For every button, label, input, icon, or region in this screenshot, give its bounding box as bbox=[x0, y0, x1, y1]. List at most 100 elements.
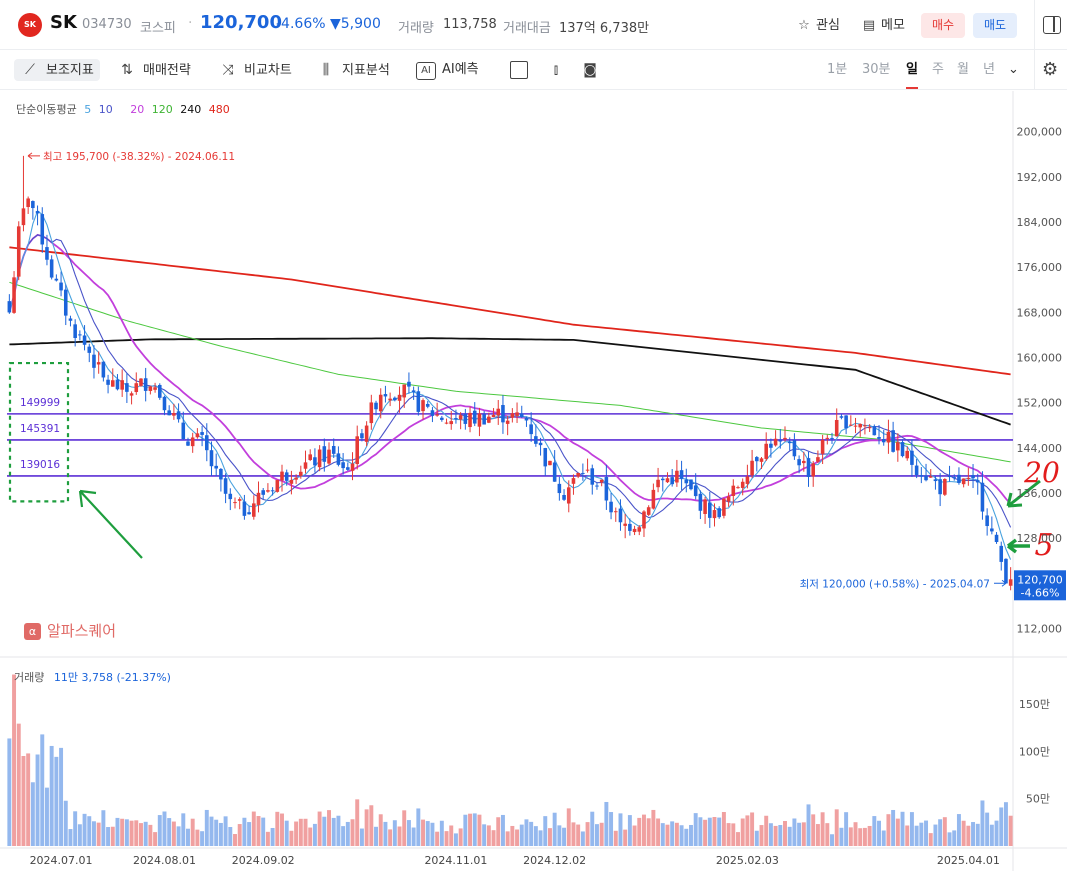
candle-body bbox=[247, 512, 251, 515]
candle-body bbox=[726, 496, 731, 502]
candle-body bbox=[590, 468, 595, 485]
volume-bar bbox=[768, 823, 773, 846]
volume-bar bbox=[200, 831, 205, 846]
indicator-icon: ⟋ bbox=[25, 62, 35, 78]
candle-body bbox=[933, 479, 938, 482]
volume-bar bbox=[139, 823, 143, 846]
chevron-down-icon[interactable]: ⌄ bbox=[1008, 59, 1019, 81]
volume-bar bbox=[411, 827, 416, 846]
ma-legend-240: 240 bbox=[180, 103, 202, 116]
y-tick-label: 168,000 bbox=[1017, 306, 1063, 319]
candle-body bbox=[722, 498, 726, 516]
candle-body bbox=[900, 442, 905, 457]
period-year[interactable]: 년 bbox=[983, 59, 995, 81]
volume-bar bbox=[120, 818, 125, 846]
volume-tick-label: 50만 bbox=[1026, 793, 1050, 806]
volume-bar bbox=[21, 756, 26, 846]
volume-bar bbox=[110, 826, 115, 846]
stock-name[interactable]: SK bbox=[50, 12, 77, 33]
volume-bar bbox=[54, 756, 59, 846]
candle-body bbox=[952, 477, 957, 479]
candle-body bbox=[355, 436, 360, 465]
handwritten-20: 20 bbox=[1023, 456, 1060, 489]
x-tick-label: 2024.08.01 bbox=[133, 854, 196, 867]
candle-body bbox=[731, 485, 736, 496]
ai-forecast-button[interactable]: AI AI예측 bbox=[416, 59, 479, 81]
period-30min[interactable]: 30분 bbox=[862, 59, 891, 81]
candle-body bbox=[844, 415, 848, 429]
candle-body bbox=[440, 417, 444, 420]
volume-bar bbox=[529, 821, 534, 846]
period-1min[interactable]: 1분 bbox=[827, 59, 847, 81]
candle-body bbox=[270, 490, 275, 492]
candle-body bbox=[543, 448, 548, 467]
separator-dot: · bbox=[188, 15, 193, 31]
candle-body bbox=[604, 477, 609, 501]
volume-bar bbox=[830, 834, 834, 846]
candle-type-button[interactable]: ⫾ bbox=[546, 59, 572, 81]
candle-body bbox=[54, 278, 59, 281]
current-price: 120,700 bbox=[200, 12, 282, 33]
stock-header: SK SK 034730 코스피 · 120,700 -4.66% ▼5,900… bbox=[0, 0, 1067, 50]
gear-icon[interactable]: ⚙ bbox=[1042, 59, 1058, 80]
candle-body bbox=[26, 198, 30, 208]
candle-body bbox=[280, 471, 284, 481]
ma-legend[interactable]: 단순이동평균 5 10 20 120 240 480 bbox=[16, 101, 234, 117]
volume-bar bbox=[806, 804, 811, 846]
volume-bar bbox=[811, 814, 816, 846]
drawing-box-icon[interactable] bbox=[510, 61, 528, 79]
volume-bar bbox=[153, 832, 158, 846]
strategy-button[interactable]: ⇅ 매매전략 bbox=[117, 59, 191, 81]
volume-bar bbox=[928, 833, 933, 846]
volume-bar bbox=[115, 817, 120, 846]
screenshot-button[interactable]: ◙ bbox=[580, 59, 606, 81]
candle-body bbox=[703, 499, 707, 514]
ma-480-line bbox=[9, 246, 1011, 376]
candle-body bbox=[402, 384, 407, 398]
volume-bar bbox=[862, 827, 867, 846]
memo-button[interactable]: ▤ 메모 bbox=[861, 14, 905, 33]
candle-body bbox=[425, 403, 430, 407]
candle-body bbox=[162, 396, 167, 411]
candle-body bbox=[693, 485, 698, 497]
volume-bar bbox=[750, 812, 755, 846]
period-week[interactable]: 주 bbox=[932, 59, 944, 81]
candle-body bbox=[317, 449, 322, 468]
volume-bar bbox=[298, 818, 303, 846]
y-tick-label: 192,000 bbox=[1017, 171, 1063, 184]
compare-button[interactable]: ⤨ 비교차트 bbox=[218, 59, 291, 81]
volume-bar bbox=[486, 825, 491, 846]
candle-body bbox=[331, 445, 336, 454]
volume-bar bbox=[195, 829, 200, 846]
volume-bar bbox=[792, 818, 797, 846]
price-chart[interactable]: 149999 145391 139016 최고 195,700 (-38.32%) -… bbox=[0, 91, 1067, 871]
buy-button[interactable]: 매수 bbox=[921, 13, 965, 38]
volume-bar bbox=[613, 830, 618, 846]
period-day[interactable]: 일 bbox=[906, 59, 918, 89]
volume-bar bbox=[660, 823, 665, 846]
volume-bar bbox=[566, 808, 571, 846]
volume-bar bbox=[820, 812, 825, 846]
volume-bar bbox=[251, 811, 256, 846]
candle-body bbox=[369, 402, 374, 424]
candlestick-icon: ⫾ bbox=[553, 62, 559, 78]
indicator-button[interactable]: ⟋ 보조지표 bbox=[14, 59, 100, 81]
volume-bar bbox=[322, 816, 327, 846]
volume-bar bbox=[167, 818, 172, 846]
side-panel-icon[interactable] bbox=[1043, 16, 1061, 34]
sell-button[interactable]: 매도 bbox=[973, 13, 1017, 38]
volume-bar bbox=[594, 824, 599, 846]
volume-bar bbox=[510, 825, 515, 846]
ai-label: AI예측 bbox=[442, 62, 479, 77]
volume-bar bbox=[345, 821, 350, 846]
volume-bar bbox=[242, 817, 247, 846]
volume-bar bbox=[383, 821, 388, 846]
period-month[interactable]: 월 bbox=[957, 59, 969, 81]
analysis-button[interactable]: ⫼ 지표분석 bbox=[316, 59, 390, 81]
candle-body bbox=[552, 462, 557, 482]
watch-button[interactable]: ☆ 관심 bbox=[796, 14, 840, 33]
volume-bar bbox=[30, 782, 35, 846]
volume-bar bbox=[999, 807, 1004, 846]
ma-10-line bbox=[8, 234, 1012, 528]
candle-body bbox=[623, 523, 627, 526]
